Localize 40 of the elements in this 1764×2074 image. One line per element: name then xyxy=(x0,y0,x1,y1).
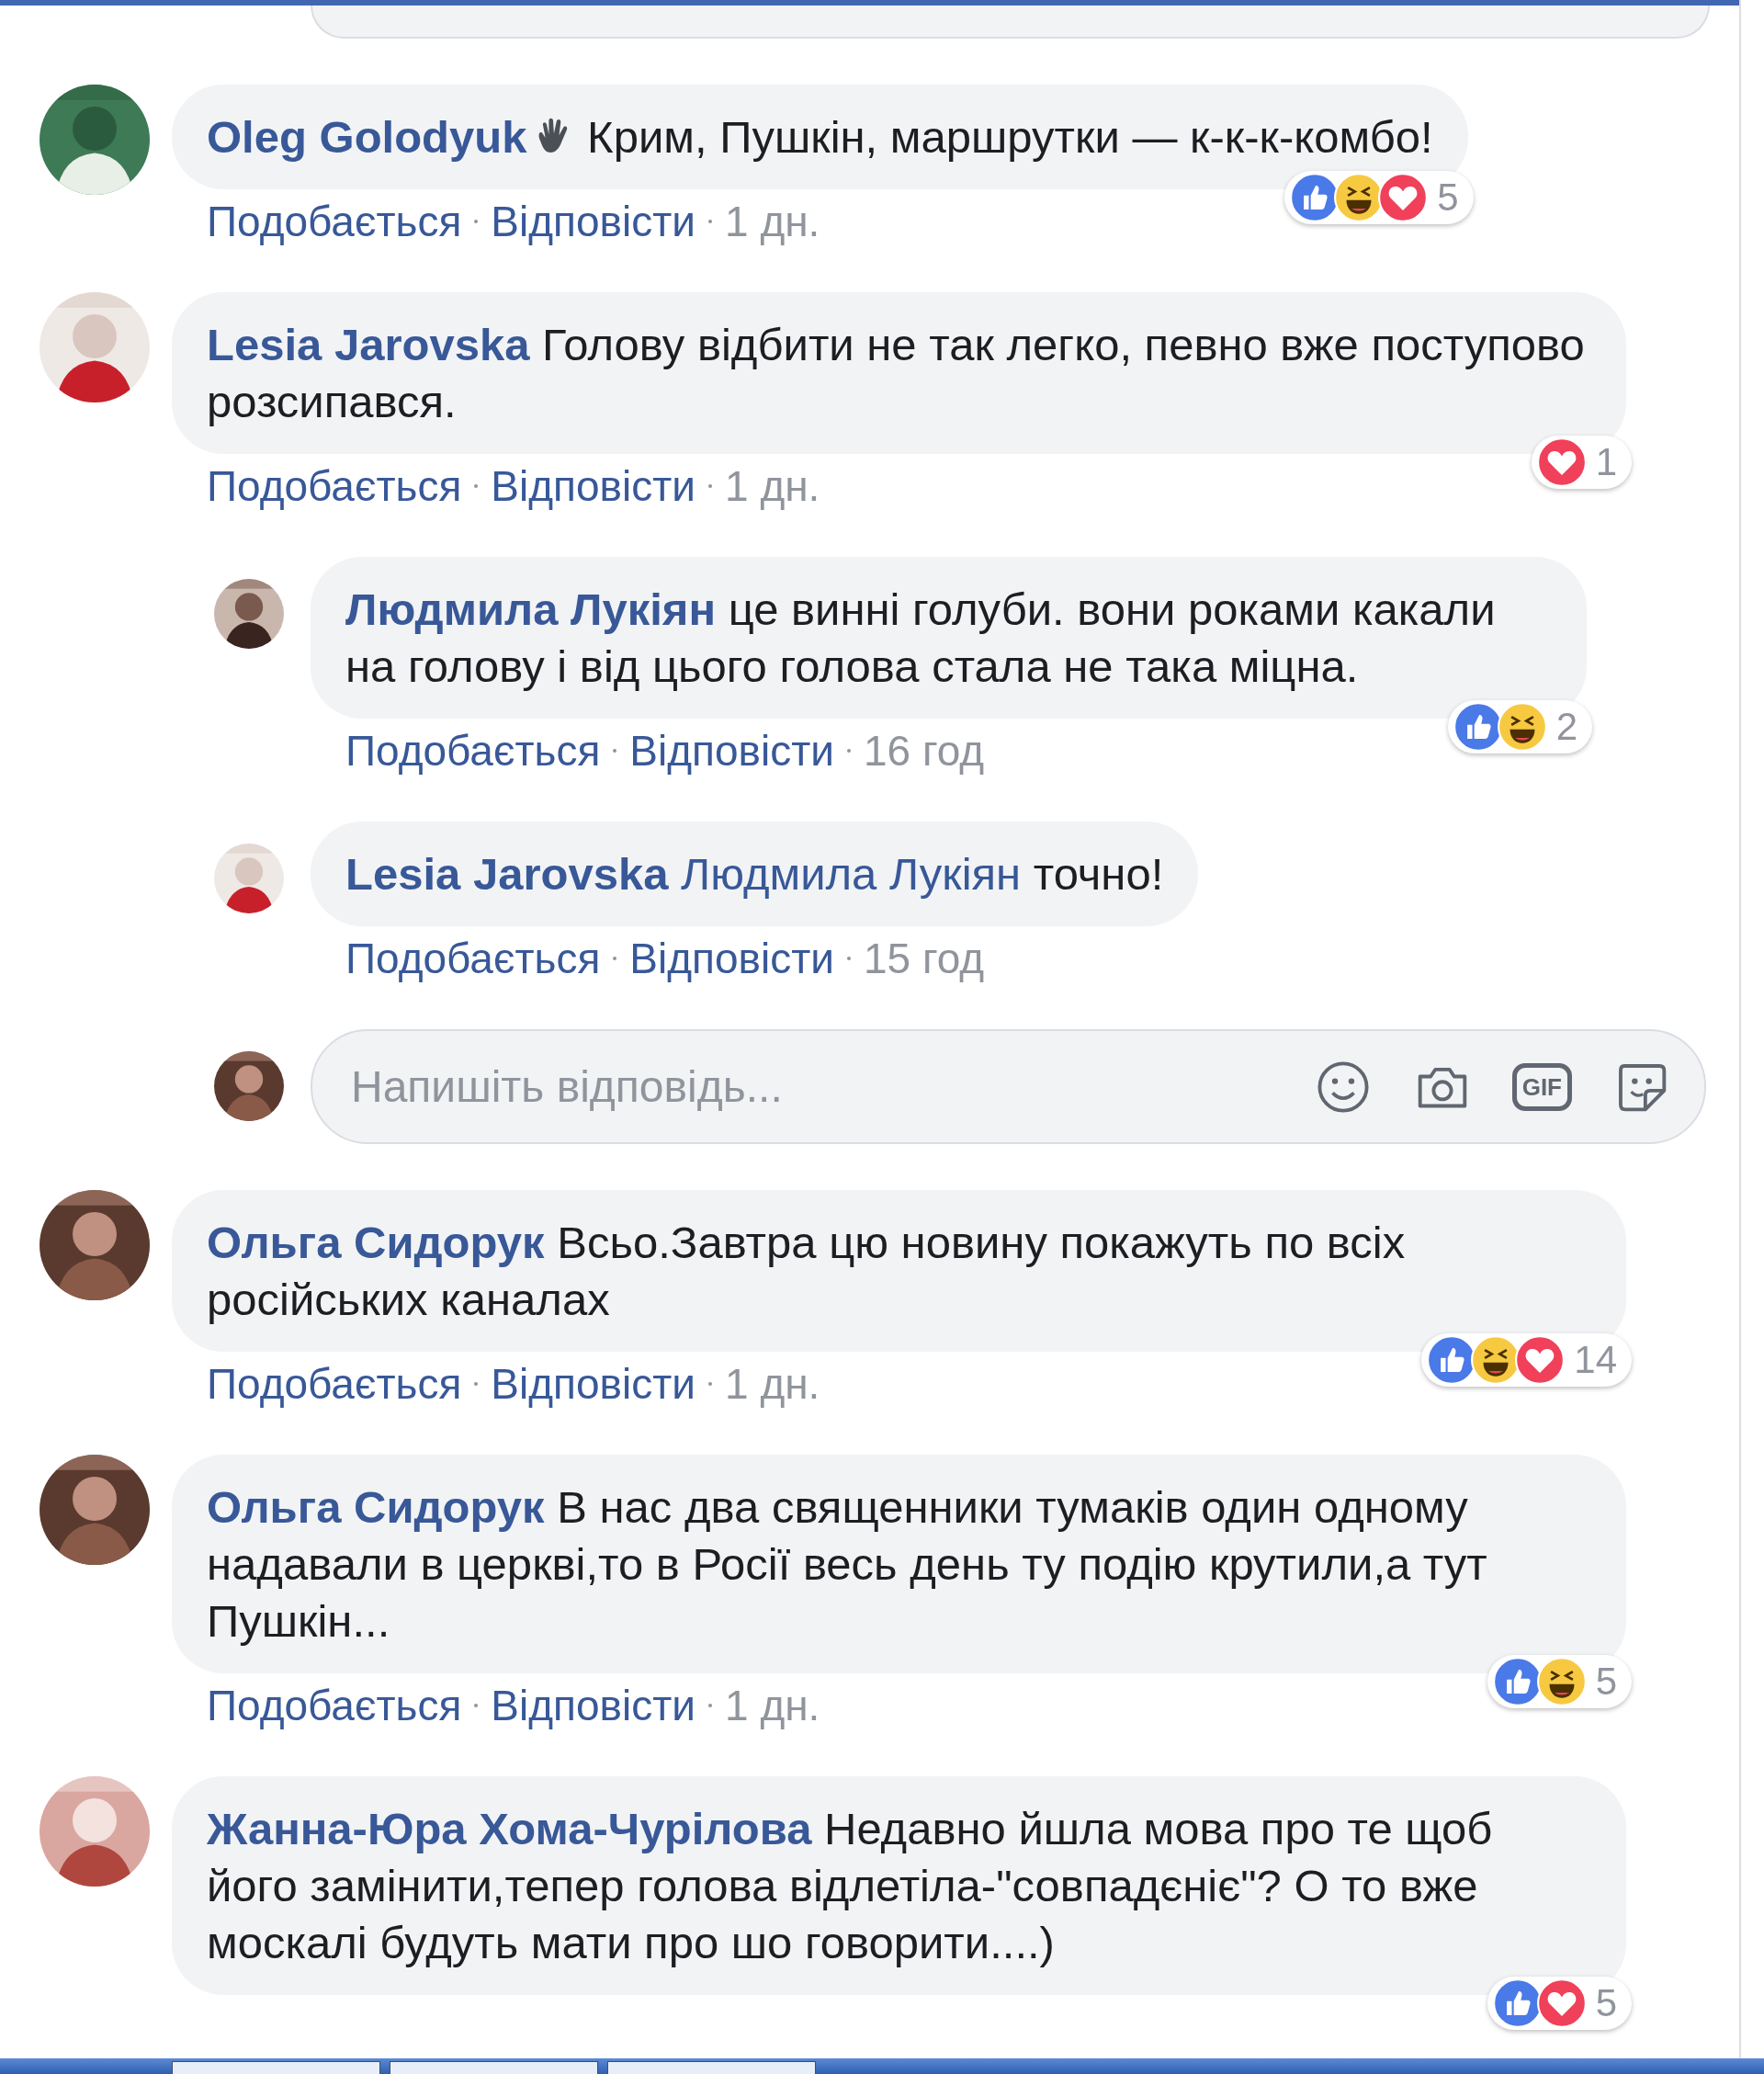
comment-text: Людмила Лукіян це винні голуби. вони роками какали на голову і від цього голова стала не така міцна. xyxy=(345,584,1497,693)
comment-text: Ольга Сидорук Всьо.Завтра цю новину покажуть по всіх російських каналах xyxy=(207,1217,1407,1326)
reaction-count: 14 xyxy=(1574,1338,1617,1382)
reaction-count: 5 xyxy=(1595,1981,1617,2025)
comment-text: Ольга Сидорук В нас два священники тумаків один одному надавали в церкві,то в Росії весь день ту подію крутили,а тут Пушкін... xyxy=(207,1481,1488,1648)
reply-link[interactable]: Відповісти xyxy=(491,197,695,246)
gif-button[interactable]: GIF xyxy=(1511,1062,1572,1111)
author-link[interactable]: Lesia Jarovska xyxy=(345,849,669,899)
comment-text: Lesia Jarovska Людмила Лукіян точно! xyxy=(345,848,1164,901)
like-link[interactable]: Подобається xyxy=(207,1681,462,1730)
like-link[interactable]: Подобається xyxy=(207,461,462,511)
reply-link[interactable]: Відповісти xyxy=(491,461,695,511)
reply-link[interactable]: Відповісти xyxy=(491,1681,695,1730)
like-link[interactable]: Подобається xyxy=(345,726,601,776)
reply-link[interactable]: Відповісти xyxy=(629,726,834,776)
comment-text: Lesia Jarovska Голову відбити не так легко, певно вже поступово розсипався. xyxy=(207,319,1586,428)
reaction-count: 5 xyxy=(1437,176,1459,220)
author-link[interactable]: Lesia Jarovska xyxy=(207,320,530,369)
mention-link[interactable]: Людмила Лукіян xyxy=(681,849,1022,899)
laughing-face-icon xyxy=(1497,702,1547,752)
reply-link[interactable]: Відповісти xyxy=(491,1359,695,1409)
reply-link[interactable]: Відповісти xyxy=(629,934,834,983)
reaction-count: 5 xyxy=(1595,1660,1617,1704)
laughing-face-icon xyxy=(1536,1657,1587,1706)
author-link[interactable]: Ольга Сидорук xyxy=(207,1482,545,1532)
taskbar-tab[interactable] xyxy=(390,2061,598,2074)
author-link[interactable]: Людмила Лукіян xyxy=(345,584,716,634)
author-link[interactable]: Жанна-Юра Хома-Чурілова xyxy=(207,1804,812,1853)
author-link[interactable]: Oleg Golodyuk xyxy=(207,112,527,162)
comment-text: Жанна-Юра Хома-Чурілова Недавно йшла мова про те щоб його замінити,тепер голова відлетіла-"совпадєніє"? О то вже москалі будуть мати про шо говорити....) xyxy=(207,1803,1494,1969)
like-link[interactable]: Подобається xyxy=(207,197,462,246)
taskbar-tab[interactable] xyxy=(172,2061,380,2074)
author-link[interactable]: Ольга Сидорук xyxy=(207,1218,545,1267)
taskbar-tab[interactable] xyxy=(607,2061,816,2074)
reply-field[interactable]: Напишіть відповідь... GIF xyxy=(311,1029,1706,1144)
like-link[interactable]: Подобається xyxy=(345,934,601,983)
comment-text: Oleg Golodyuk Крим, Пушкін, маршрутки — к-к-к-комбо! xyxy=(207,111,1433,164)
reaction-count: 1 xyxy=(1595,440,1617,484)
reaction-count: 2 xyxy=(1555,705,1577,749)
like-link[interactable]: Подобається xyxy=(207,1359,462,1409)
